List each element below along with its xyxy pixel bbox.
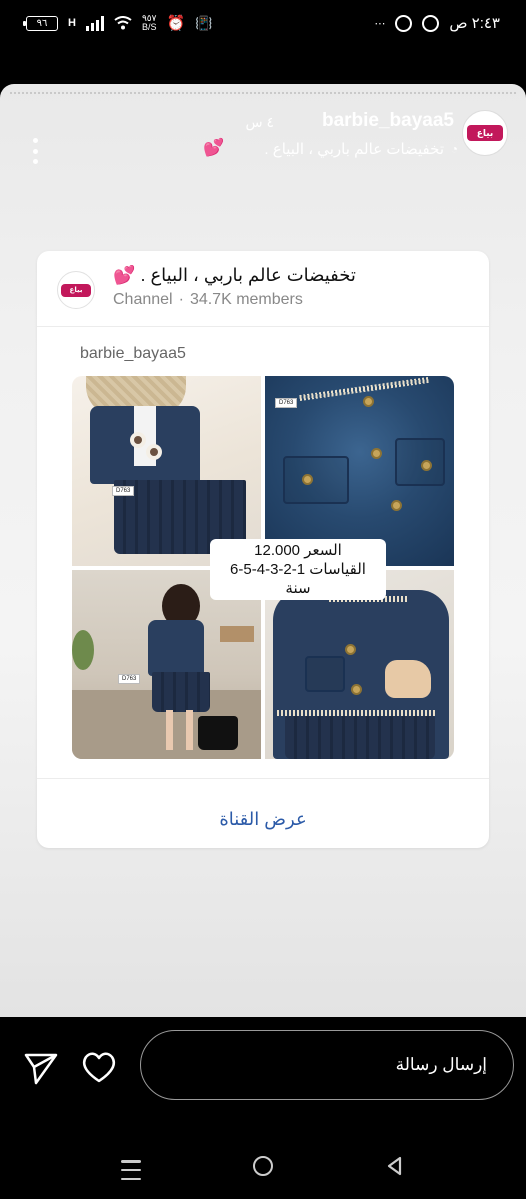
price-overlay: السعر 12.000 القياسات 1-2-3-4-5-6 سنة [210,539,386,600]
member-count: 34.7K members [189,291,303,308]
status-bar: ٩٦ H ٩٥٧ B/S ⏰ 📳 ⋯ ٢:٤٣ ص [0,0,526,54]
view-channel-button[interactable]: عرض القناة [37,809,489,830]
story-view[interactable]: بياع barbie_bayaa5 ٤ س ◔ تخفيضات عالم با… [0,84,526,1017]
channel-link-icon: ◔ [450,142,458,156]
shared-channel-card[interactable]: بياع تخفيضات عالم باربي ، البياع . 💕 Cha… [37,251,489,848]
avatar-logo: بياع [467,125,503,141]
story-avatar[interactable]: بياع [462,110,508,156]
channel-header: بياع تخفيضات عالم باربي ، البياع . 💕 Cha… [37,251,489,327]
caption-heart-emoji: 💕 [203,138,225,157]
signal-icon [85,15,104,31]
product-photo-outfit: D763 [72,376,261,566]
channel-name-text: تخفيضات عالم باربي ، البياع . [140,265,356,285]
message-input[interactable] [140,1030,514,1100]
channel-avatar-logo: بياع [61,283,91,297]
wifi-icon [114,16,132,30]
sync-icon: ⋯ [374,17,386,30]
channel-name-emoji: 💕 [113,265,136,285]
post-author: barbie_bayaa5 [80,345,186,362]
network-type: H [68,17,76,29]
meta-separator: · [178,291,184,308]
heart-icon[interactable] [80,1049,118,1085]
whatsapp-icon [395,14,413,32]
story-progress-bar [10,92,516,95]
story-caption: تخفيضات عالم باربي ، البياع . [264,141,444,158]
product-photo-grid[interactable]: D763 D763 D763 السعر 12.000 القياسات 1-2… [72,376,454,759]
status-left: ٩٦ H ٩٥٧ B/S ⏰ 📳 [23,14,213,32]
more-icon[interactable] [30,138,40,164]
card-footer: عرض القناة [37,778,489,848]
price-text: السعر 12.000 [254,542,342,559]
story-username[interactable]: barbie_bayaa5 [322,110,454,132]
product-photo-closeup: D763 [265,376,454,566]
vibrate-icon: 📳 [195,14,213,31]
channel-avatar: بياع [57,271,95,309]
story-time-ago: ٤ س [245,114,274,130]
status-right: ⋯ ٢:٤٣ ص [374,14,500,32]
product-code-tag: D763 [112,486,135,496]
net-speed-unit: B/S [141,22,157,32]
recent-apps-icon[interactable] [118,1160,144,1180]
notification-icon [422,14,440,32]
channel-meta: Channel · 34.7K members [113,291,303,309]
battery-level: ٩٦ [36,17,48,29]
alarm-icon: ⏰ [166,15,186,32]
channel-name: تخفيضات عالم باربي ، البياع . 💕 [113,265,356,286]
sizes-text: القياسات 1-2-3-4-5-6 سنة [230,561,366,597]
product-code-tag: D763 [275,398,298,408]
battery-icon: ٩٦ [23,15,58,31]
product-code-tag: D763 [118,674,141,684]
net-speed: ٩٥٧ B/S [142,14,157,32]
story-header: بياع barbie_bayaa5 ٤ س ◔ تخفيضات عالم با… [0,106,526,166]
system-nav-bar [0,1127,526,1199]
back-icon[interactable] [382,1153,408,1179]
clock: ٢:٤٣ ص [449,15,500,32]
channel-label: Channel [113,291,173,308]
reply-bar [0,1017,526,1127]
send-icon[interactable] [22,1049,60,1087]
home-icon[interactable] [250,1153,276,1179]
